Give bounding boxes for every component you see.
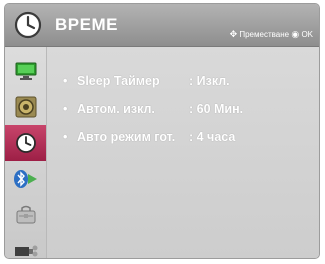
ok-hint-label: OK bbox=[301, 30, 313, 39]
navigation-hint: ✥ Преместване ◉ OK bbox=[230, 29, 313, 40]
setting-value: : Изкл. bbox=[189, 74, 230, 88]
bullet: • bbox=[63, 74, 68, 88]
sidebar-item-picture[interactable] bbox=[5, 53, 46, 89]
sidebar-item-input[interactable] bbox=[5, 233, 46, 258]
sidebar-item-lock[interactable] bbox=[5, 197, 46, 233]
menu-header: ВРЕМЕ ✥ Преместване ◉ OK bbox=[5, 4, 319, 47]
page-title: ВРЕМЕ bbox=[55, 15, 118, 34]
sidebar-item-time[interactable] bbox=[5, 125, 46, 161]
lock-icon bbox=[16, 205, 35, 224]
sidebar-item-audio[interactable] bbox=[5, 89, 46, 125]
setting-row-sleep-timer[interactable]: • Sleep Таймер : Изкл. bbox=[63, 70, 230, 92]
setting-label: Sleep Таймер bbox=[77, 74, 160, 88]
input-icon bbox=[14, 245, 37, 257]
sidebar-item-bluetooth[interactable] bbox=[5, 161, 46, 197]
picture-icon bbox=[15, 62, 36, 80]
move-arrows-icon: ✥ bbox=[229, 29, 238, 39]
clock-icon bbox=[14, 11, 42, 39]
menu-sidebar bbox=[5, 47, 47, 258]
setting-row-auto-off[interactable]: • Автом. изкл. : 60 Мин. bbox=[63, 98, 243, 120]
bullet: • bbox=[63, 102, 68, 116]
setting-label: Автом. изкл. bbox=[77, 102, 155, 116]
time-menu-window: ВРЕМЕ ✥ Преместване ◉ OK • Sleep Таймер … bbox=[4, 3, 320, 259]
bluetooth-icon bbox=[13, 170, 37, 188]
setting-value: : 60 Мин. bbox=[189, 102, 244, 116]
bullet: • bbox=[63, 130, 68, 144]
audio-icon bbox=[15, 96, 36, 118]
setting-row-auto-standby[interactable]: • Авто режим гот. : 4 часа bbox=[63, 126, 235, 148]
ok-button-icon: ◉ bbox=[291, 29, 300, 39]
setting-value: : 4 часа bbox=[189, 130, 236, 144]
settings-panel: • Sleep Таймер : Изкл. • Автом. изкл. : … bbox=[47, 47, 319, 258]
time-icon bbox=[15, 133, 36, 153]
setting-label: Авто режим гот. bbox=[77, 130, 176, 144]
move-hint-label: Преместване bbox=[239, 30, 290, 39]
